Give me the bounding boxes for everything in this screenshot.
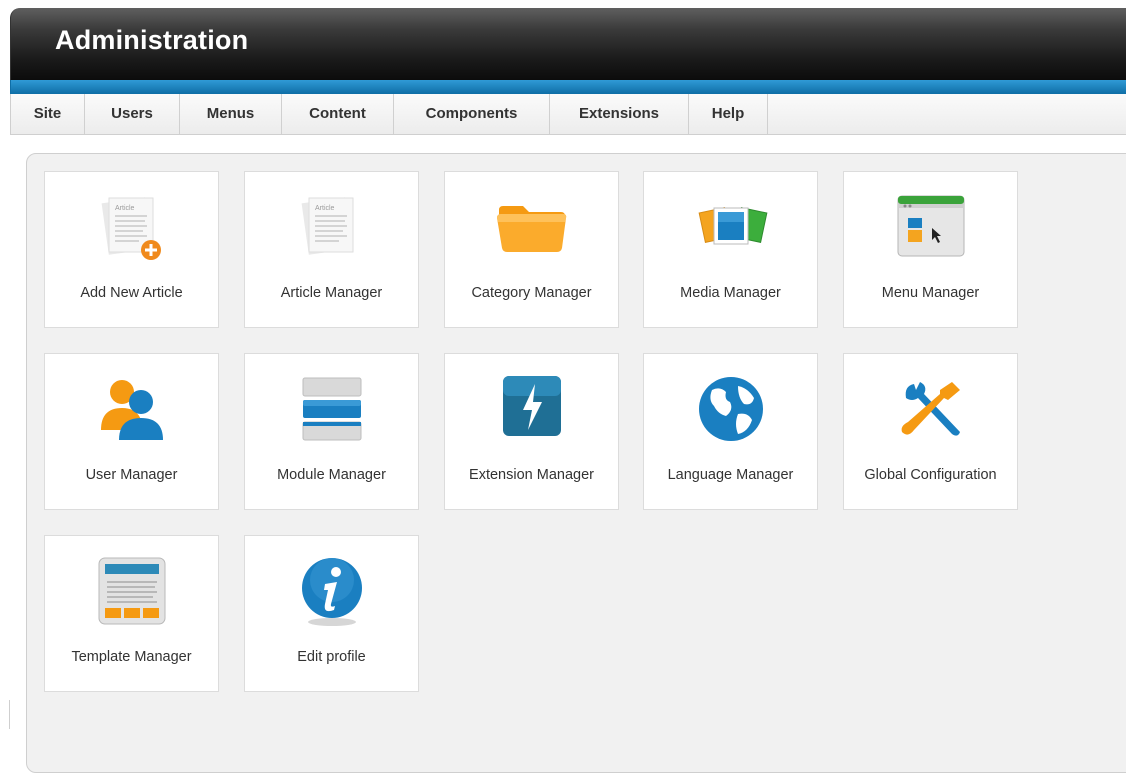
menu-item-menus[interactable]: Menus bbox=[180, 94, 282, 134]
media-icon bbox=[694, 190, 768, 264]
header-accent-bar bbox=[10, 80, 1126, 94]
tile-media-manager[interactable]: Media Manager bbox=[643, 171, 818, 328]
tile-label: Extension Manager bbox=[469, 467, 594, 483]
tile-label: Article Manager bbox=[280, 285, 383, 301]
folder-icon bbox=[495, 190, 569, 264]
info-icon bbox=[295, 554, 369, 628]
tile-label: Edit profile bbox=[297, 649, 366, 665]
admin-header: Administration bbox=[10, 8, 1126, 80]
tile-category-manager[interactable]: Category Manager bbox=[444, 171, 619, 328]
page-title: Administration bbox=[55, 25, 249, 55]
tile-user-manager[interactable]: User Manager bbox=[44, 353, 219, 510]
tile-edit-profile[interactable]: Edit profile bbox=[244, 535, 419, 692]
tile-label: Global Configuration bbox=[864, 467, 997, 483]
module-stack-icon bbox=[295, 372, 369, 446]
tile-label: Category Manager bbox=[471, 285, 592, 301]
tile-article-manager[interactable]: Article Article Manager bbox=[244, 171, 419, 328]
tile-module-manager[interactable]: Module Manager bbox=[244, 353, 419, 510]
menu-item-users[interactable]: Users bbox=[85, 94, 180, 134]
add-article-icon: Article bbox=[95, 190, 169, 264]
menu-item-help[interactable]: Help bbox=[689, 94, 768, 134]
wrench-screwdriver-icon bbox=[894, 372, 968, 446]
tile-label: Media Manager bbox=[680, 285, 781, 301]
tile-label: Add New Article bbox=[80, 285, 183, 301]
menu-item-site[interactable]: Site bbox=[11, 94, 85, 134]
article-icon-text: Article bbox=[115, 205, 135, 212]
menu-item-content[interactable]: Content bbox=[282, 94, 394, 134]
menu-item-components[interactable]: Components bbox=[394, 94, 550, 134]
main-menu-bar: Site Users Menus Content Components Exte… bbox=[10, 94, 1126, 135]
tile-label: Menu Manager bbox=[881, 285, 980, 301]
tile-add-new-article[interactable]: Article Add New Article bbox=[44, 171, 219, 328]
globe-icon bbox=[694, 372, 768, 446]
tile-language-manager[interactable]: Language Manager bbox=[643, 353, 818, 510]
tile-label: Template Manager bbox=[71, 649, 192, 665]
lightning-icon bbox=[495, 372, 569, 446]
users-icon bbox=[95, 372, 169, 446]
article-icon: Article bbox=[295, 190, 369, 264]
template-icon bbox=[95, 554, 169, 628]
article-icon-text: Article bbox=[315, 205, 335, 212]
tile-global-configuration[interactable]: Global Configuration bbox=[843, 353, 1018, 510]
tile-menu-manager[interactable]: Menu Manager bbox=[843, 171, 1018, 328]
menu-window-icon bbox=[894, 190, 968, 264]
tile-label: Module Manager bbox=[277, 467, 386, 483]
tile-extension-manager[interactable]: Extension Manager bbox=[444, 353, 619, 510]
tile-template-manager[interactable]: Template Manager bbox=[44, 535, 219, 692]
tile-label: Language Manager bbox=[667, 467, 794, 483]
menu-item-extensions[interactable]: Extensions bbox=[550, 94, 689, 134]
page-left-border bbox=[9, 700, 10, 729]
tile-label: User Manager bbox=[85, 467, 178, 483]
